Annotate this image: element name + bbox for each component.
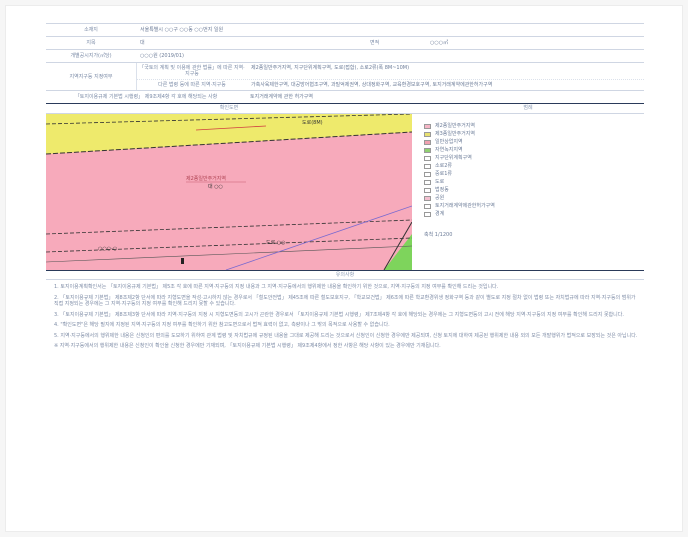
legend-swatch-icon [424, 179, 431, 185]
legend-label: 도로 [435, 179, 445, 185]
legend-label: 법정동 [435, 187, 449, 193]
legend-swatch-icon [424, 187, 431, 193]
legend-title: 범례 [523, 105, 533, 111]
legend-swatch-icon [424, 203, 431, 209]
legend-item: 일반상업지역 [424, 138, 644, 146]
notice-title: 유의사항 [46, 271, 644, 280]
row-address: 소재지 서울특별시 ○○구 ○○동 ○○번지 일원 [46, 23, 644, 36]
zoning-item-value: 제2종일반주거지역, 지구단위계획구역, 도로(접합), 소로2류(폭 8M~1… [251, 65, 410, 71]
map-title: 확인도면 [219, 105, 239, 111]
row-zoning: 지역지구등 지정여부 「국토의 계획 및 이용에 관한 법률」에 따른 지역·지… [46, 62, 644, 90]
legend-item: 제3종일반주거지역 [424, 130, 644, 138]
legend-item: 자연녹지지역 [424, 146, 644, 154]
map-legend: 제2종일반주거지역제3종일반주거지역일반상업지역자연녹지지역지구단위계획구역소로… [412, 114, 644, 270]
map-section-header: 확인도면 범례 [46, 103, 644, 114]
legend-scale-note: 축척 1/1200 [424, 232, 453, 238]
map-label-bottom-left: ○○○-○ [98, 246, 118, 252]
legend-label: 지구단위계획구역 [435, 155, 472, 161]
zoning-items: 「국토의 계획 및 이용에 관한 법률」에 따른 지역·지구등 제2종일반주거지… [136, 63, 644, 90]
document-page: 소재지 서울특별시 ○○구 ○○동 ○○번지 일원 지목 대 면적 ○○○㎡ 개… [6, 6, 682, 531]
legend-swatch-icon [424, 139, 431, 145]
legend-label: 경계 [435, 211, 445, 217]
legend-swatch-icon [424, 171, 431, 177]
legend-swatch-icon [424, 123, 431, 129]
area-label: 면적 [370, 40, 380, 46]
legend-item: 제2종일반주거지역 [424, 122, 644, 130]
price-label: 개별공시지가(㎡당) [70, 53, 112, 59]
legend-swatch-icon [424, 147, 431, 153]
zoning-label: 지역지구등 지정여부 [69, 73, 113, 80]
row-land: 지목 대 면적 ○○○㎡ [46, 36, 644, 49]
confirmation-map: 도로(8M) 제2종일반주거지역 대 ○○ ○○○-○ 도로 ○○ [45, 113, 413, 271]
regulation-label: 「토지이용규제 기본법 시행령」 제9조제4항 각 호에 해당되는 사항 [74, 94, 218, 100]
land-category-cell: 대 면적 ○○○㎡ [136, 37, 644, 49]
legend-item: 경계 [424, 210, 644, 218]
area-value: ○○○㎡ [430, 40, 449, 46]
legend-item: 중로1류 [424, 170, 644, 178]
notice-paragraphs: 1. 토지이용계획확인서는 「토지이용규제 기본법」 제5조 각 호에 따른 지… [46, 284, 644, 350]
marker-icon [181, 258, 184, 264]
zoning-item-label: 다른 법령 등에 따른 지역·지구등 [158, 82, 226, 88]
zoning-item-label: 「국토의 계획 및 이용에 관한 법률」에 따른 지역·지구등 [139, 65, 245, 77]
legend-label: 토지거래계약에관한허가구역 [435, 203, 495, 209]
notice-paragraph: 4. "확인도면"은 해당 필지에 지정된 지역·지구등의 지정 여부를 확인하… [54, 322, 390, 328]
legend-label: 자연녹지지역 [435, 147, 463, 153]
legend-item: 소로2류 [424, 162, 644, 170]
address-value: 서울특별시 ○○구 ○○동 ○○번지 일원 [140, 27, 224, 33]
legend-label: 중로1류 [435, 171, 452, 177]
regulation-value: 토지거래계약에 관한 허가구역 [250, 94, 313, 100]
legend-item: 법정동 [424, 186, 644, 194]
notice-paragraph: ※ 지역·지구등에서의 행위제한 내용은 신청인이 확인을 신청한 경우에만 기… [54, 343, 441, 349]
legend-label: 소로2류 [435, 163, 452, 169]
zoning-item-value: 가축사육제한구역, 대공방어협조구역, 과밀억제권역, 상대정화구역, 교육환경… [251, 82, 493, 88]
zoning-item-national: 「국토의 계획 및 이용에 관한 법률」에 따른 지역·지구등 제2종일반주거지… [137, 63, 644, 79]
legend-label: 일반상업지역 [435, 139, 463, 145]
map-area: 도로(8M) 제2종일반주거지역 대 ○○ ○○○-○ 도로 ○○ 제2종일반주… [45, 113, 644, 271]
map-label-center: 제2종일반주거지역 [186, 176, 226, 182]
notice-paragraph: 3. 「토지이용규제 기본법」 제8조제3항 단서에 따라 지역·지구등의 지정… [54, 311, 624, 318]
legend-swatch-icon [424, 195, 431, 201]
map-label-top: 도로(8M) [302, 120, 323, 126]
legend-label: 제2종일반주거지역 [435, 123, 475, 129]
notice-paragraph: 1. 토지이용계획확인서는 「토지이용규제 기본법」 제5조 각 호에 따른 지… [54, 284, 499, 290]
legend-swatch-icon [424, 131, 431, 137]
map-label-bottom-mid: 도로 ○○ [266, 240, 286, 246]
row-price: 개별공시지가(㎡당) ○○○원 (2019/01) [46, 49, 644, 62]
map-label-parcel: 대 ○○ [208, 184, 223, 190]
address-label: 소재지 [84, 27, 98, 33]
legend-item: 공원 [424, 194, 644, 202]
notice-paragraph: 2. 「토지이용규제 기본법」 제8조제2항 단서에 따라 지형도면을 작성·고… [54, 294, 636, 308]
notice-paragraph: 5. 지역·지구등에서의 행위제한 내용은 신청인의 편의를 도모하기 위하여 … [54, 332, 638, 339]
price-value: ○○○원 (2019/01) [140, 53, 184, 59]
legend-swatch-icon [424, 155, 431, 161]
legend-item: 토지거래계약에관한허가구역 [424, 202, 644, 210]
legend-swatch-icon [424, 163, 431, 169]
row-regulation: 「토지이용규제 기본법 시행령」 제9조제4항 각 호에 해당되는 사항 토지거… [46, 90, 644, 103]
legend-label: 공원 [435, 195, 445, 201]
land-use-certificate: 소재지 서울특별시 ○○구 ○○동 ○○번지 일원 지목 대 면적 ○○○㎡ 개… [45, 23, 644, 350]
zoning-item-other: 다른 법령 등에 따른 지역·지구등 가축사육제한구역, 대공방어협조구역, 과… [137, 79, 644, 90]
land-category-value: 대 [140, 40, 145, 46]
legend-swatch-icon [424, 211, 431, 217]
legend-item: 도로 [424, 178, 644, 186]
legend-label: 제3종일반주거지역 [435, 131, 475, 137]
legend-item: 지구단위계획구역 [424, 154, 644, 162]
land-category-label: 지목 [86, 40, 96, 46]
